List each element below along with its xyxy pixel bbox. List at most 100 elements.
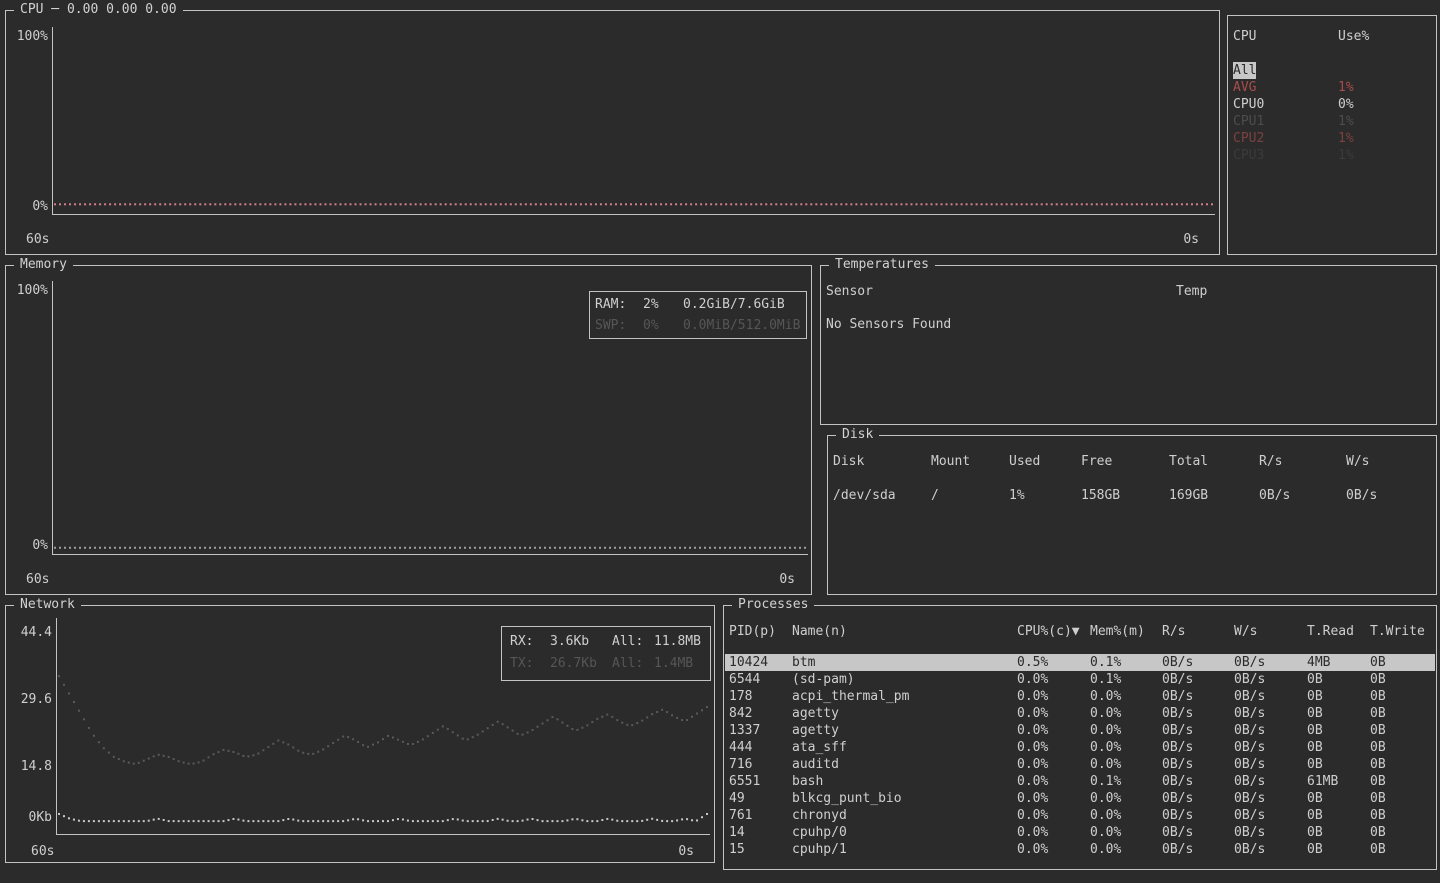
- disk-row[interactable]: /dev/sda / 1% 158GB 169GB 0B/s 0B/s: [828, 487, 1436, 504]
- process-name: ata_sff: [792, 739, 1017, 756]
- network-y-label-2: 29.6: [8, 692, 52, 707]
- process-mem: 0.1%: [1090, 671, 1162, 688]
- process-mem: 0.0%: [1090, 756, 1162, 773]
- cpu-legend-row[interactable]: AVG 1%: [1228, 79, 1436, 96]
- process-cpu: 0.5%: [1017, 654, 1090, 671]
- process-mem: 0.0%: [1090, 705, 1162, 722]
- process-row[interactable]: 1337 agetty 0.0% 0.0% 0B/s 0B/s 0B 0B: [725, 722, 1435, 739]
- process-cpu: 0.0%: [1017, 722, 1090, 739]
- temperatures-panel[interactable]: Temperatures Sensor Temp No Sensors Foun…: [820, 265, 1437, 425]
- process-write-rate: 0B/s: [1234, 688, 1307, 705]
- memory-x-right-label: 0s: [779, 572, 795, 587]
- process-total-write: 0B: [1370, 841, 1435, 858]
- process-total-read: 4MB: [1307, 654, 1370, 671]
- processes-col-rs[interactable]: R/s: [1162, 623, 1234, 640]
- process-pid: 178: [729, 688, 792, 705]
- network-panel-title: Network: [14, 597, 81, 612]
- process-total-read: 0B: [1307, 824, 1370, 841]
- disk-free: 158GB: [1081, 487, 1169, 504]
- process-row[interactable]: 14 cpuhp/0 0.0% 0.0% 0B/s 0B/s 0B 0B: [725, 824, 1435, 841]
- process-cpu: 0.0%: [1017, 824, 1090, 841]
- process-mem: 0.0%: [1090, 841, 1162, 858]
- process-row[interactable]: 716 auditd 0.0% 0.0% 0B/s 0B/s 0B 0B: [725, 756, 1435, 773]
- cpu-y-min-label: 0%: [8, 199, 48, 214]
- process-rows: 10424 btm 0.5% 0.1% 0B/s 0B/s 4MB 0B 654…: [725, 654, 1435, 858]
- disk-panel-title: Disk: [836, 427, 879, 442]
- disk-col-disk: Disk: [833, 453, 931, 470]
- cpu-core-usage: 1%: [1338, 147, 1354, 164]
- disk-panel[interactable]: Disk Disk Mount Used Free Total R/s W/s …: [827, 435, 1437, 595]
- process-row[interactable]: 444 ata_sff 0.0% 0.0% 0B/s 0B/s 0B 0B: [725, 739, 1435, 756]
- btm-dashboard: CPU ─ 0.00 0.00 0.00 100% 0% 60s 0s CPU …: [0, 0, 1440, 883]
- rx-all-label: All:: [612, 631, 654, 653]
- process-row[interactable]: 15 cpuhp/1 0.0% 0.0% 0B/s 0B/s 0B 0B: [725, 841, 1435, 858]
- process-write-rate: 0B/s: [1234, 654, 1307, 671]
- process-read-rate: 0B/s: [1162, 807, 1234, 824]
- swap-percent: 0%: [643, 315, 683, 336]
- process-write-rate: 0B/s: [1234, 824, 1307, 841]
- process-cpu: 0.0%: [1017, 739, 1090, 756]
- processes-col-twrite[interactable]: T.Write: [1370, 623, 1435, 640]
- processes-col-name[interactable]: Name(n): [792, 623, 1017, 640]
- processes-col-cpu-sort[interactable]: CPU%(c)▼: [1017, 623, 1090, 640]
- cpu-x-left-label: 60s: [26, 232, 49, 247]
- cpu-graph-panel[interactable]: CPU ─ 0.00 0.00 0.00 100% 0% 60s 0s: [5, 10, 1220, 255]
- cpu-usage-sparkline: [54, 35, 1213, 207]
- process-cpu: 0.0%: [1017, 841, 1090, 858]
- process-mem: 0.0%: [1090, 722, 1162, 739]
- process-cpu: 0.0%: [1017, 688, 1090, 705]
- process-pid: 761: [729, 807, 792, 824]
- process-name: (sd-pam): [792, 671, 1017, 688]
- process-mem: 0.1%: [1090, 773, 1162, 790]
- processes-col-tread[interactable]: T.Read: [1307, 623, 1370, 640]
- process-row[interactable]: 49 blkcg_punt_bio 0.0% 0.0% 0B/s 0B/s 0B…: [725, 790, 1435, 807]
- process-total-write: 0B: [1370, 654, 1435, 671]
- disk-mount: /: [931, 487, 1009, 504]
- process-name: bash: [792, 773, 1017, 790]
- process-row[interactable]: 761 chronyd 0.0% 0.0% 0B/s 0B/s 0B 0B: [725, 807, 1435, 824]
- temperatures-col-sensor: Sensor: [826, 283, 1176, 300]
- cpu-legend-row[interactable]: CPU2 1%: [1228, 130, 1436, 147]
- process-row[interactable]: 178 acpi_thermal_pm 0.0% 0.0% 0B/s 0B/s …: [725, 688, 1435, 705]
- disk-total: 169GB: [1169, 487, 1259, 504]
- process-row[interactable]: 6544 (sd-pam) 0.0% 0.1% 0B/s 0B/s 0B 0B: [725, 671, 1435, 688]
- memory-panel[interactable]: Memory 100% 0% 60s 0s RAM: 2% 0.2GiB/7.6…: [5, 265, 812, 595]
- process-total-write: 0B: [1370, 705, 1435, 722]
- cpu-legend-row[interactable]: CPU1 1%: [1228, 113, 1436, 130]
- process-total-write: 0B: [1370, 671, 1435, 688]
- process-read-rate: 0B/s: [1162, 841, 1234, 858]
- processes-col-ws[interactable]: W/s: [1234, 623, 1307, 640]
- process-read-rate: 0B/s: [1162, 773, 1234, 790]
- processes-col-mem[interactable]: Mem%(m): [1090, 623, 1162, 640]
- cpu-x-axis: [52, 214, 1215, 215]
- process-pid: 6544: [729, 671, 792, 688]
- memory-y-max-label: 100%: [8, 283, 48, 298]
- cpu-legend-row[interactable]: All: [1228, 62, 1436, 79]
- process-read-rate: 0B/s: [1162, 671, 1234, 688]
- memory-x-left-label: 60s: [26, 572, 49, 587]
- tx-rate: 26.7Kb: [550, 653, 612, 675]
- processes-panel[interactable]: Processes PID(p) Name(n) CPU%(c)▼ Mem%(m…: [723, 605, 1437, 870]
- cpu-legend-row[interactable]: CPU3 1%: [1228, 147, 1436, 164]
- disk-col-total: Total: [1169, 453, 1259, 470]
- network-x-right-label: 0s: [678, 844, 694, 859]
- cpu-core-usage: 1%: [1338, 113, 1354, 130]
- process-name: btm: [792, 654, 1017, 671]
- process-name: chronyd: [792, 807, 1017, 824]
- process-read-rate: 0B/s: [1162, 705, 1234, 722]
- disk-device: /dev/sda: [833, 487, 931, 504]
- network-panel[interactable]: Network 44.4 29.6 14.8 0Kb 60s 0s RX: 3.…: [5, 605, 715, 863]
- process-row[interactable]: 842 agetty 0.0% 0.0% 0B/s 0B/s 0B 0B: [725, 705, 1435, 722]
- cpu-legend-row[interactable]: CPU0 0%: [1228, 96, 1436, 113]
- process-name: agetty: [792, 722, 1017, 739]
- process-name: agetty: [792, 705, 1017, 722]
- network-y-label-1: 14.8: [8, 759, 52, 774]
- temperatures-panel-title: Temperatures: [829, 257, 935, 272]
- memory-usage-legend: RAM: 2% 0.2GiB/7.6GiB SWP: 0% 0.0MiB/512…: [589, 291, 807, 339]
- process-row[interactable]: 6551 bash 0.0% 0.1% 0B/s 0B/s 61MB 0B: [725, 773, 1435, 790]
- process-pid: 15: [729, 841, 792, 858]
- processes-col-pid[interactable]: PID(p): [729, 623, 792, 640]
- process-row[interactable]: 10424 btm 0.5% 0.1% 0B/s 0B/s 4MB 0B: [725, 654, 1435, 671]
- cpu-legend-panel[interactable]: CPU Use% All AVG 1% CPU0 0%: [1227, 15, 1437, 255]
- cpu-y-axis: [52, 27, 53, 214]
